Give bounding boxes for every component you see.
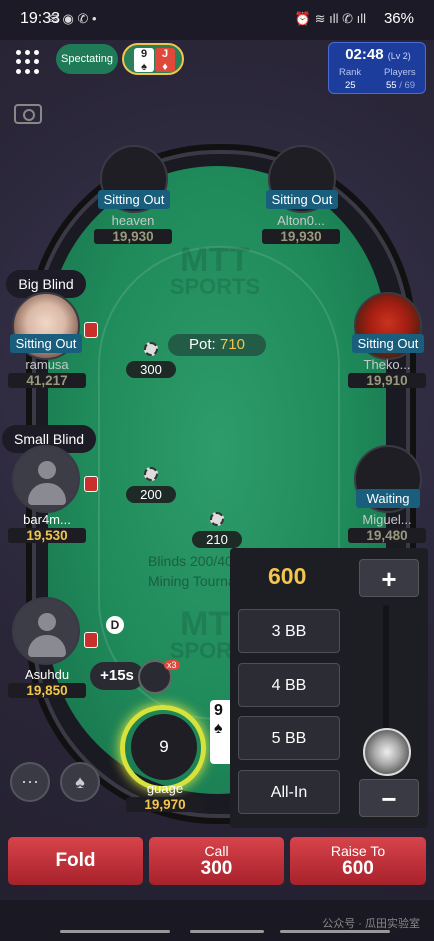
raise-slider-knob[interactable] <box>363 728 411 776</box>
player-chips: 41,217 <box>8 373 86 388</box>
mini-card-nine: 9 ♠ <box>134 48 154 73</box>
hand-history-button[interactable]: 9 ♠ J ♦ <box>122 43 184 75</box>
player-name: Alton0... <box>277 213 325 228</box>
avatar-bar4m[interactable] <box>12 445 80 513</box>
fold-label: Fold <box>55 850 96 871</box>
rank-value: 25 <box>345 80 356 91</box>
extend-time-button[interactable]: +15s <box>90 662 144 690</box>
table-watermark: MTT SPORTS <box>150 241 280 299</box>
chip-stack-icon <box>84 322 98 338</box>
status-bar: 19:33 ✉ ◉ ✆ • ⏰ ≋ ıll ✆ ıll 36% <box>0 0 434 40</box>
notification-icons: ✉ ◉ ✆ • <box>48 11 97 26</box>
nav-back-gesture[interactable] <box>60 930 170 933</box>
player-chips: 19,850 <box>8 683 86 698</box>
raise-label: Raise To <box>330 843 386 859</box>
level-clock: 02:48 (Lv 2) <box>345 46 411 63</box>
player-name: ramusa <box>25 357 69 372</box>
nav-home-gesture[interactable] <box>190 930 264 933</box>
player-name: heaven <box>111 213 155 228</box>
player-chips: 19,910 <box>348 373 426 388</box>
camera-icon[interactable] <box>14 104 42 124</box>
bet-chip-icon <box>144 467 158 481</box>
preset-5bb-button[interactable]: 5 BB <box>238 716 340 760</box>
tournament-info-panel[interactable]: 02:48 (Lv 2) Rank 25 Players 55 / 69 <box>328 42 426 94</box>
decrease-raise-button[interactable]: − <box>359 779 419 817</box>
sitting-out-badge: Sitting Out <box>266 190 338 209</box>
signal-icons: ⏰ ≋ ıll ✆ ıll <box>294 11 366 26</box>
chat-icon[interactable]: ⋯ <box>10 762 50 802</box>
hero-name: guage <box>146 781 184 796</box>
raise-amount: 600 <box>268 563 307 589</box>
call-amount: 300 <box>200 858 233 879</box>
player-name: Miguel... <box>362 512 412 527</box>
sitting-out-badge: Sitting Out <box>352 334 424 353</box>
chip-stack-icon <box>84 476 98 492</box>
player-chips: 19,530 <box>8 528 86 543</box>
footer-watermark: 公众号 · 瓜田实验室 <box>322 918 420 930</box>
preset-3bb-button[interactable]: 3 BB <box>238 609 340 653</box>
raise-button[interactable]: Raise To 600 <box>290 837 426 885</box>
chip-stack-icon <box>84 632 98 648</box>
watermark-line2: SPORTS <box>169 274 261 299</box>
battery-level: 36% <box>383 10 414 27</box>
player-chips: 19,930 <box>262 229 340 244</box>
bet-amount: 210 <box>192 531 242 548</box>
player-chips: 19,480 <box>348 528 426 543</box>
raise-slider-track[interactable] <box>383 605 389 735</box>
bet-amount: 300 <box>126 361 176 378</box>
call-button[interactable]: Call 300 <box>149 837 284 885</box>
bet-amount: 200 <box>126 486 176 503</box>
mini-card-jack: J ♦ <box>155 48 175 73</box>
watermark-line1: MTT <box>180 241 250 279</box>
player-name: bar4m... <box>23 512 71 527</box>
hand-rankings-icon[interactable]: ♠ <box>60 762 100 802</box>
fold-button[interactable]: Fold <box>8 837 143 885</box>
timebank-multiplier: x3 <box>164 660 180 670</box>
pot-display: Pot: 710 <box>168 334 266 356</box>
bet-chip-icon <box>144 342 158 356</box>
avatar-asuhdu[interactable] <box>12 597 80 665</box>
all-in-button[interactable]: All-In <box>238 770 340 814</box>
players-label: Players <box>384 67 416 78</box>
spectating-badge[interactable]: Spectating <box>56 44 118 74</box>
preset-4bb-button[interactable]: 4 BB <box>238 663 340 707</box>
menu-grid-icon[interactable] <box>16 50 40 74</box>
call-label: Call <box>204 843 229 859</box>
raise-to-amount: 600 <box>342 858 374 879</box>
rank-label: Rank <box>339 67 362 78</box>
bet-chip-icon <box>210 512 224 526</box>
hero-chips: 19,970 <box>126 797 204 812</box>
sitting-out-badge: Sitting Out <box>10 334 82 353</box>
increase-raise-button[interactable]: + <box>359 559 419 597</box>
player-chips: 19,930 <box>94 229 172 244</box>
players-value: 55 / 69 <box>386 80 416 91</box>
dealer-button: D <box>106 616 124 634</box>
hero-avatar[interactable]: 9 <box>131 714 197 780</box>
player-name: Theko... <box>363 357 411 372</box>
waiting-badge: Waiting <box>356 489 420 508</box>
player-name: Asuhdu <box>24 667 70 682</box>
sitting-out-badge: Sitting Out <box>98 190 170 209</box>
